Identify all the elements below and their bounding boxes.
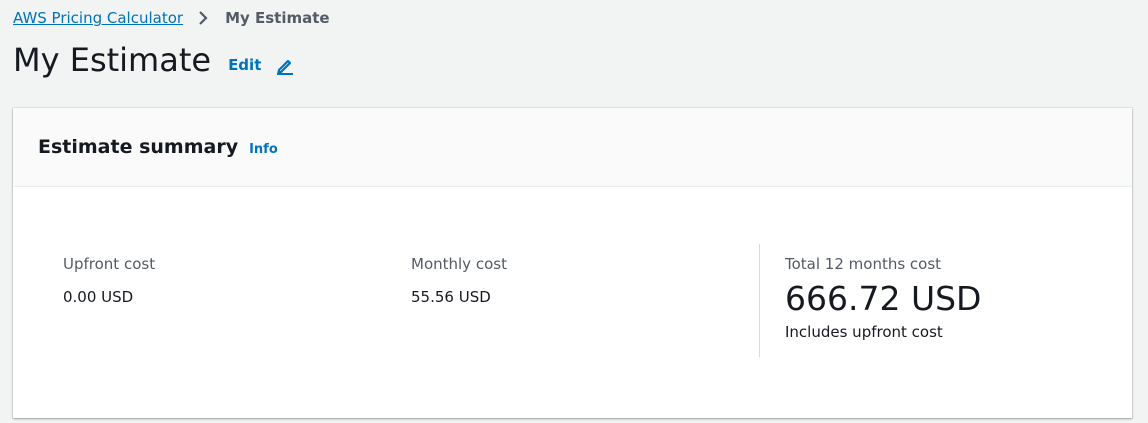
page-title: My Estimate bbox=[13, 41, 212, 79]
breadcrumb-current: My Estimate bbox=[225, 9, 330, 27]
total-cost-note: Includes upfront cost bbox=[785, 323, 943, 341]
breadcrumb-link-pricing-calculator[interactable]: AWS Pricing Calculator bbox=[13, 8, 183, 28]
estimate-summary-title: Estimate summary bbox=[38, 136, 239, 158]
info-link[interactable]: Info bbox=[249, 142, 278, 157]
monthly-cost-value: 55.56 USD bbox=[411, 288, 491, 306]
total-cost-label: Total 12 months cost bbox=[785, 255, 942, 273]
upfront-cost: Upfront cost 0.00 USD bbox=[63, 254, 155, 307]
chevron-right-icon bbox=[192, 8, 214, 28]
summary-divider bbox=[759, 244, 760, 357]
breadcrumb: AWS Pricing Calculator My Estimate bbox=[13, 8, 330, 28]
monthly-cost: Monthly cost 55.56 USD bbox=[411, 254, 507, 307]
upfront-cost-label: Upfront cost bbox=[63, 255, 156, 273]
total-cost-value: 666.72 USD bbox=[785, 279, 982, 318]
estimate-summary-header: Estimate summary Info bbox=[13, 108, 1132, 187]
monthly-cost-label: Monthly cost bbox=[411, 255, 507, 273]
page-header: My Estimate Edit bbox=[13, 38, 295, 82]
total-12-months-cost: Total 12 months cost 666.72 USD Includes… bbox=[785, 254, 981, 342]
estimate-summary-card: Estimate summary Info Upfront cost 0.00 … bbox=[13, 108, 1132, 418]
edit-title-link[interactable]: Edit bbox=[228, 56, 261, 74]
pencil-icon[interactable] bbox=[275, 55, 295, 75]
page: AWS Pricing Calculator My Estimate My Es… bbox=[0, 0, 1148, 423]
upfront-cost-value: 0.00 USD bbox=[63, 288, 134, 306]
